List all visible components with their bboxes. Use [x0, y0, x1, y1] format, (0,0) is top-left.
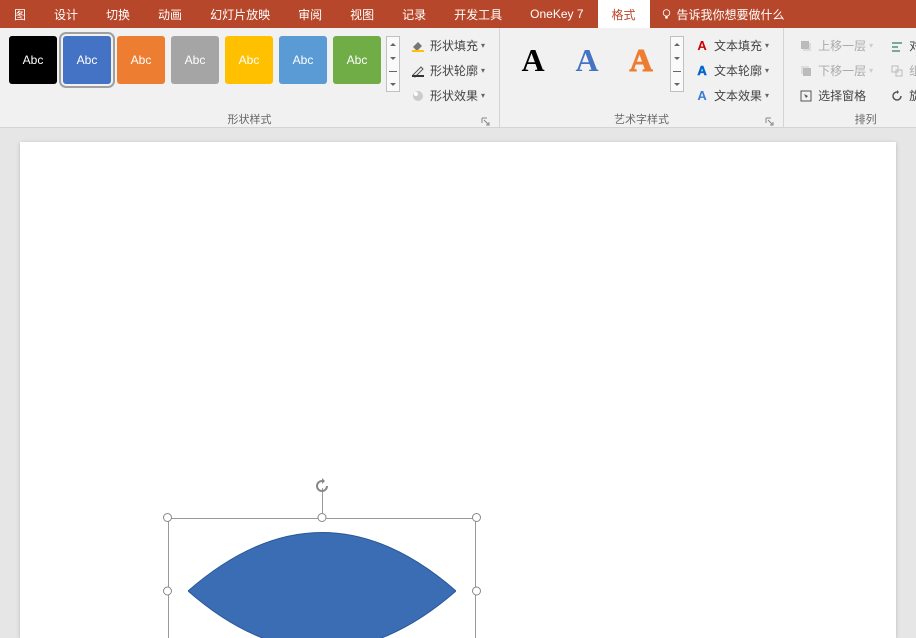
text-effects-icon: A — [694, 88, 710, 104]
shape-style-4[interactable]: Abc — [171, 36, 219, 84]
send-backward-icon — [798, 63, 814, 79]
group-wordart-styles: A A A A 文本填充▾ A 文本轮廓▾ A 文本效果▾ — [500, 28, 784, 127]
group-arrange: 上移一层▾ 下移一层▾ 选择窗格 对齐 组合 — [784, 28, 916, 127]
tab-animations[interactable]: 动画 — [144, 0, 196, 28]
shape-fill-label: 形状填充 — [430, 37, 478, 54]
shape-effects-button[interactable]: 形状效果▾ — [406, 84, 489, 107]
tab-review[interactable]: 审阅 — [284, 0, 336, 28]
tab-design[interactable]: 设计 — [40, 0, 92, 28]
tab-onekey7[interactable]: OneKey 7 — [516, 0, 597, 28]
wordart-style-3[interactable]: A — [617, 36, 665, 84]
text-outline-label: 文本轮廓 — [714, 62, 762, 79]
group-shape-styles: Abc Abc Abc Abc Abc Abc Abc 形状填充▾ 形状轮廓▾ — [0, 28, 500, 127]
group-label-arrange: 排列 — [790, 109, 916, 129]
selected-shape-container[interactable] — [168, 518, 476, 638]
text-outline-icon: A — [694, 63, 710, 79]
wordart-style-more[interactable] — [670, 36, 684, 92]
wordart-style-2[interactable]: A — [563, 36, 611, 84]
selection-pane-button[interactable]: 选择窗格 — [794, 84, 877, 107]
tab-developer[interactable]: 开发工具 — [440, 0, 516, 28]
shape-style-5[interactable]: Abc — [225, 36, 273, 84]
resize-handle-tl[interactable] — [163, 513, 172, 522]
shape-outline-button[interactable]: 形状轮廓▾ — [406, 59, 489, 82]
ribbon: Abc Abc Abc Abc Abc Abc Abc 形状填充▾ 形状轮廓▾ — [0, 28, 916, 128]
shape-style-1[interactable]: Abc — [9, 36, 57, 84]
group-btn-label: 组合 — [909, 62, 916, 79]
rotate-button[interactable]: 旋转 — [885, 84, 916, 107]
group-label-wordart: 艺术字样式 — [506, 109, 777, 129]
text-fill-icon: A — [694, 38, 710, 54]
selection-pane-icon — [798, 88, 814, 104]
rotate-icon — [889, 88, 905, 104]
bring-forward-icon — [798, 38, 814, 54]
canvas-area[interactable] — [0, 128, 916, 638]
resize-handle-t[interactable] — [318, 513, 327, 522]
paint-bucket-icon — [410, 38, 426, 54]
text-effects-button[interactable]: A 文本效果▾ — [690, 84, 773, 107]
text-outline-button[interactable]: A 文本轮廓▾ — [690, 59, 773, 82]
shape-style-7[interactable]: Abc — [333, 36, 381, 84]
selection-pane-label: 选择窗格 — [818, 87, 866, 104]
shape-effects-label: 形状效果 — [430, 87, 478, 104]
ribbon-tabs: 图 设计 切换 动画 幻灯片放映 审阅 视图 记录 开发工具 OneKey 7 … — [0, 0, 916, 28]
bring-forward-label: 上移一层 — [818, 37, 866, 54]
shape-style-3[interactable]: Abc — [117, 36, 165, 84]
text-fill-button[interactable]: A 文本填充▾ — [690, 34, 773, 57]
shape-style-more[interactable] — [386, 36, 400, 92]
shape-outline-label: 形状轮廓 — [430, 62, 478, 79]
tab-picture[interactable]: 图 — [0, 0, 40, 28]
resize-handle-l[interactable] — [163, 587, 172, 596]
rotate-label: 旋转 — [909, 87, 916, 104]
send-backward-button[interactable]: 下移一层▾ — [794, 59, 877, 82]
group-label-shape-styles: 形状样式 — [6, 109, 493, 129]
lightbulb-icon — [660, 8, 673, 21]
wordart-style-1[interactable]: A — [509, 36, 557, 84]
text-effects-label: 文本效果 — [714, 87, 762, 104]
send-backward-label: 下移一层 — [818, 62, 866, 79]
shape-style-6[interactable]: Abc — [279, 36, 327, 84]
group-icon — [889, 63, 905, 79]
group-button[interactable]: 组合 — [885, 59, 916, 82]
align-label: 对齐 — [909, 37, 916, 54]
resize-handle-r[interactable] — [472, 587, 481, 596]
tab-view[interactable]: 视图 — [336, 0, 388, 28]
align-icon — [889, 38, 905, 54]
rotate-handle-icon — [314, 478, 330, 494]
rotation-handle[interactable] — [314, 478, 330, 499]
shape-lens[interactable] — [188, 524, 456, 638]
effects-icon — [410, 88, 426, 104]
tab-transitions[interactable]: 切换 — [92, 0, 144, 28]
dialog-launcher-icon[interactable] — [765, 117, 775, 127]
tab-record[interactable]: 记录 — [388, 0, 440, 28]
shape-style-2[interactable]: Abc — [63, 36, 111, 84]
pen-icon — [410, 63, 426, 79]
resize-handle-tr[interactable] — [472, 513, 481, 522]
tab-slideshow[interactable]: 幻灯片放映 — [196, 0, 284, 28]
tell-me-label: 告诉我你想要做什么 — [677, 6, 785, 23]
tell-me-search[interactable]: 告诉我你想要做什么 — [650, 6, 795, 23]
tab-format[interactable]: 格式 — [598, 0, 650, 28]
align-button[interactable]: 对齐 — [885, 34, 916, 57]
shape-fill-button[interactable]: 形状填充▾ — [406, 34, 489, 57]
text-fill-label: 文本填充 — [714, 37, 762, 54]
bring-forward-button[interactable]: 上移一层▾ — [794, 34, 877, 57]
dialog-launcher-icon[interactable] — [481, 117, 491, 127]
slide[interactable] — [20, 142, 896, 638]
